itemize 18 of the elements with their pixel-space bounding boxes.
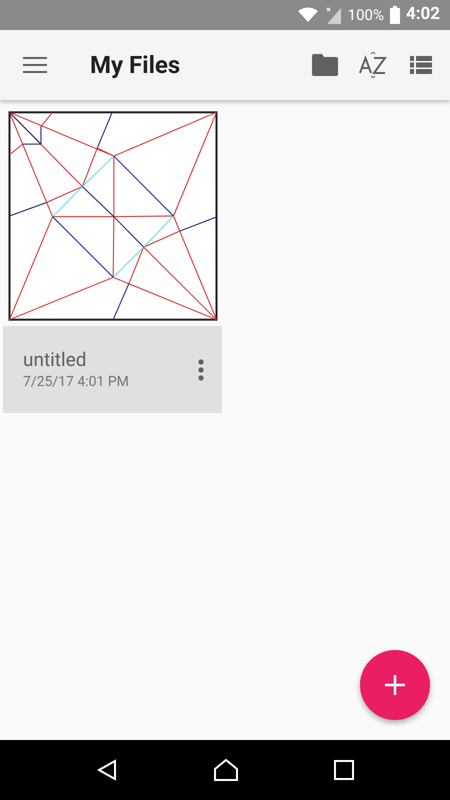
sort-alphabetical-icon[interactable] [359,52,387,78]
folder-icon[interactable] [312,54,338,76]
wifi-icon [298,7,318,23]
plus-icon [385,675,405,695]
battery-percentage: 100% [348,4,384,26]
battery-icon [390,6,400,24]
file-name: untitled [23,348,88,372]
recents-icon[interactable] [334,760,354,780]
file-date: 7/25/17 4:01 PM [23,372,130,392]
signal-icon [324,6,342,24]
toolbar-title: My Files [90,50,180,81]
list-view-icon[interactable] [410,56,432,74]
home-icon[interactable] [213,758,239,782]
clock: 4:02 [406,3,440,26]
file-card[interactable]: untitled 7/25/17 4:01 PM [3,326,222,413]
back-icon[interactable] [96,759,118,781]
add-button[interactable] [360,650,430,720]
more-options-icon[interactable] [198,358,204,380]
